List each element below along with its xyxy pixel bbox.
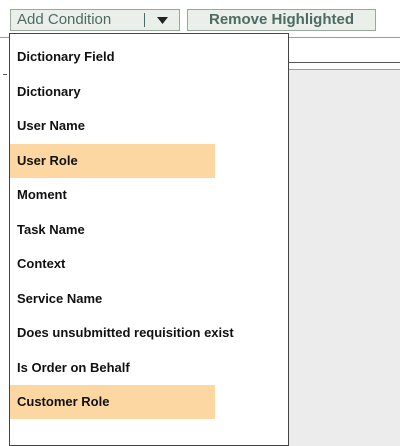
add-condition-dropdown-menu: Dictionary Field Dictionary User Name User … xyxy=(9,33,289,446)
background-panel xyxy=(288,69,400,446)
condition-toolbar: Add Condition Remove Highlighted xyxy=(10,9,400,33)
background-input-border xyxy=(288,62,400,63)
add-condition-label: Add Condition xyxy=(17,11,112,28)
menu-item[interactable]: Moment xyxy=(10,178,215,212)
menu-item[interactable]: Service Name xyxy=(10,282,215,316)
button-separator xyxy=(144,13,145,27)
menu-item[interactable]: Does unsubmitted requisition exist xyxy=(10,316,234,350)
menu-item[interactable]: User Role xyxy=(10,143,215,178)
remove-highlighted-button[interactable]: Remove Highlighted xyxy=(187,9,376,31)
menu-item[interactable]: Is Order on Behalf xyxy=(10,351,215,385)
triangle-down-icon[interactable] xyxy=(155,10,169,30)
menu-item[interactable]: Context xyxy=(10,247,215,281)
menu-item[interactable]: Dictionary xyxy=(10,75,215,109)
menu-item[interactable]: Customer Role xyxy=(10,385,215,419)
menu-item[interactable]: User Name xyxy=(10,109,215,143)
background-tick xyxy=(3,74,7,75)
add-condition-button[interactable]: Add Condition xyxy=(10,9,180,31)
menu-item[interactable]: Task Name xyxy=(10,213,215,247)
menu-item[interactable]: Dictionary Field xyxy=(10,40,215,74)
